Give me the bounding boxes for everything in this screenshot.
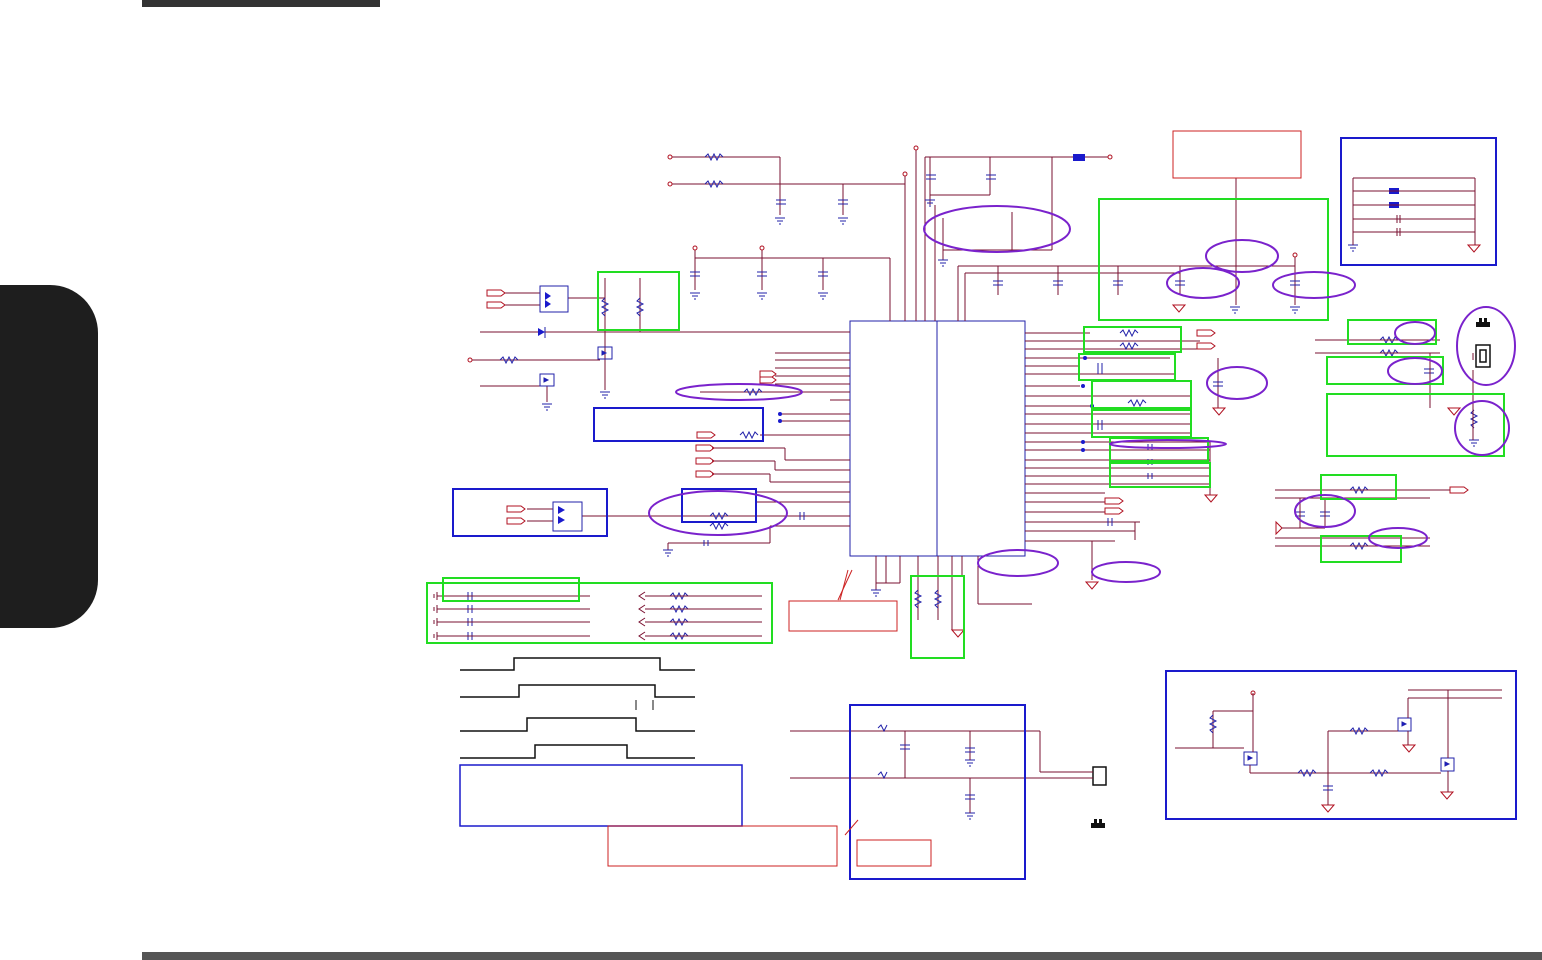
ic-right-pins xyxy=(1025,332,1219,580)
net-dots xyxy=(467,145,1298,696)
discrete-circuit xyxy=(1175,689,1502,805)
right-circuit xyxy=(1275,177,1476,547)
cap-array xyxy=(433,591,762,641)
mosfet-icon xyxy=(539,346,1455,772)
diode-icon xyxy=(538,285,583,532)
highlight-boxes-green xyxy=(426,198,1505,659)
ic-bottom-pins xyxy=(875,556,1032,630)
resistor-icon xyxy=(499,152,1479,641)
main-ic xyxy=(849,320,1026,557)
timing-diagram xyxy=(460,657,695,759)
left-circuit xyxy=(470,278,800,550)
junction-dots xyxy=(778,356,1094,452)
ic-left-pins xyxy=(480,331,850,543)
filter-circuit xyxy=(790,724,1093,813)
schematic-diagram xyxy=(426,130,1517,880)
note-boxes-red xyxy=(607,130,1302,867)
top-power-rails xyxy=(670,148,1296,321)
highlight-boxes-blue xyxy=(452,137,1517,880)
